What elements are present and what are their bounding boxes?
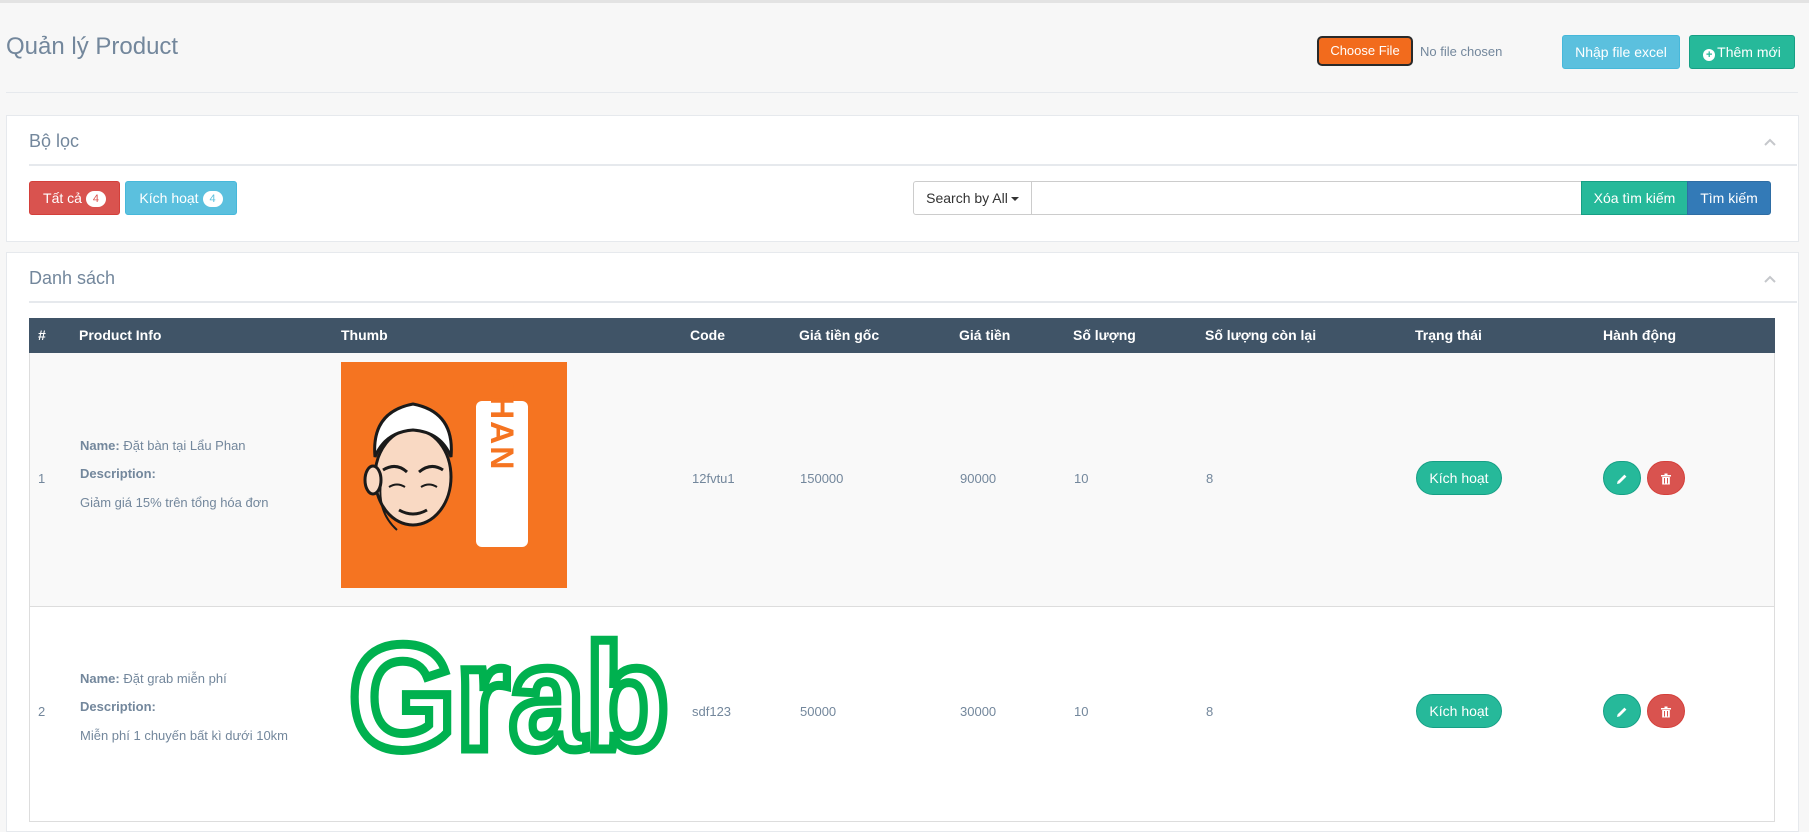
row-original-price: 150000 — [800, 471, 844, 486]
column-header-index[interactable]: # — [38, 327, 46, 343]
edit-button[interactable] — [1603, 461, 1641, 495]
clear-search-button[interactable]: Xóa tìm kiếm — [1581, 181, 1688, 215]
plus-circle-icon: + — [1703, 49, 1716, 61]
row-quantity: 10 — [1074, 704, 1089, 719]
filter-active-button[interactable]: Kích hoạt 4 — [125, 181, 237, 215]
row-code: sdf123 — [692, 704, 732, 719]
row-remaining: 8 — [1206, 471, 1214, 486]
name-label: Name: — [80, 671, 120, 686]
filter-all-button[interactable]: Tất cả 4 — [29, 181, 120, 215]
choose-file-button[interactable]: Choose File — [1317, 36, 1413, 66]
row-index: 2 — [38, 704, 46, 719]
add-new-label: Thêm mới — [1717, 44, 1781, 60]
column-header-product-info[interactable]: Product Info — [79, 327, 161, 343]
search-input[interactable] — [1031, 181, 1582, 215]
header-divider — [6, 92, 1798, 93]
filter-panel-title: Bộ lọc — [29, 131, 80, 151]
pencil-icon — [1617, 707, 1627, 717]
grab-logo-text: Grab — [349, 631, 669, 761]
filter-active-count: 4 — [202, 191, 223, 207]
status-badge[interactable]: Kích hoạt — [1416, 694, 1502, 728]
row-code: 12fvtu1 — [692, 471, 735, 486]
column-header-quantity[interactable]: Số lượng — [1073, 327, 1136, 343]
column-header-status[interactable]: Trạng thái — [1415, 327, 1482, 343]
pencil-icon — [1617, 474, 1627, 484]
edit-button[interactable] — [1603, 694, 1641, 728]
delete-button[interactable] — [1647, 694, 1685, 728]
list-panel-divider — [29, 301, 1797, 303]
row-original-price: 50000 — [800, 704, 837, 719]
list-panel-title: Danh sách — [29, 268, 116, 288]
description-label: Description: — [80, 466, 156, 481]
product-description: Miễn phí 1 chuyến bất kì dưới 10km — [80, 728, 288, 743]
row-price: 30000 — [960, 704, 997, 719]
product-name-value: Đặt grab miễn phí — [123, 671, 227, 686]
row-index: 1 — [38, 471, 46, 486]
product-name-value: Đặt bàn tại Lẩu Phan — [123, 438, 246, 453]
product-name: Name: Đặt grab miễn phí — [80, 671, 227, 686]
import-excel-button[interactable]: Nhập file excel — [1562, 35, 1680, 69]
add-new-button[interactable]: + Thêm mới — [1689, 35, 1795, 69]
top-border — [0, 0, 1809, 3]
product-description: Giảm giá 15% trên tổng hóa đơn — [80, 495, 269, 510]
column-header-price[interactable]: Giá tiền — [959, 327, 1010, 343]
name-label: Name: — [80, 438, 120, 453]
filter-all-label: Tất cả — [43, 190, 82, 206]
status-badge[interactable]: Kích hoạt — [1416, 461, 1502, 495]
chevron-up-icon[interactable] — [1764, 138, 1776, 146]
filter-panel: Bộ lọc — [6, 115, 1799, 242]
filter-all-count: 4 — [85, 191, 106, 207]
page-title: Quản lý Product — [6, 33, 179, 60]
column-header-thumb[interactable]: Thumb — [341, 327, 388, 343]
grab-thumbnail: Grab — [345, 631, 674, 761]
row-quantity: 10 — [1074, 471, 1089, 486]
delete-button[interactable] — [1647, 461, 1685, 495]
no-file-text: No file chosen — [1420, 44, 1503, 59]
trash-icon — [1661, 706, 1671, 718]
table-row: 2 Name: Đặt grab miễn phí Description: M… — [29, 607, 1775, 822]
chevron-up-icon[interactable] — [1764, 275, 1776, 283]
lau-phan-thumbnail: PHAN — [341, 362, 567, 588]
trash-icon — [1661, 473, 1671, 485]
table-row: 1 Name: Đặt bàn tại Lẩu Phan Description… — [29, 353, 1775, 607]
product-name: Name: Đặt bàn tại Lẩu Phan — [80, 438, 246, 453]
column-header-code[interactable]: Code — [690, 327, 725, 343]
column-header-actions[interactable]: Hành động — [1603, 327, 1676, 343]
description-label: Description: — [80, 699, 156, 714]
row-remaining: 8 — [1206, 704, 1214, 719]
filter-active-label: Kích hoạt — [139, 190, 199, 206]
column-header-original-price[interactable]: Giá tiền gốc — [799, 327, 879, 343]
table-header: # Product Info Thumb Code Giá tiền gốc G… — [29, 318, 1775, 353]
row-price: 90000 — [960, 471, 997, 486]
caret-down-icon — [1010, 197, 1019, 201]
search-by-dropdown[interactable]: Search by All — [913, 181, 1032, 215]
filter-panel-divider — [29, 164, 1797, 166]
search-by-label: Search by All — [926, 190, 1008, 206]
phan-logo-text: PHAN — [484, 373, 520, 472]
search-button[interactable]: Tìm kiếm — [1687, 181, 1771, 215]
column-header-remaining[interactable]: Số lượng còn lại — [1205, 327, 1316, 343]
